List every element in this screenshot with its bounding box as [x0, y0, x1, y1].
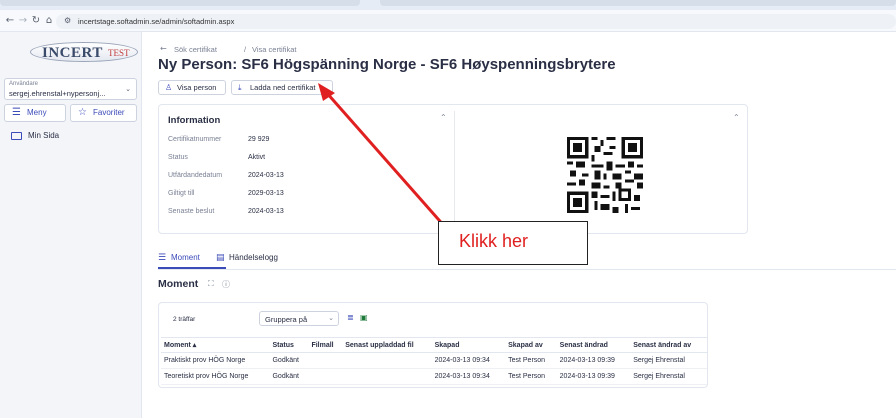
cell-created-by: Test Person	[505, 352, 557, 369]
star-icon: ☆	[78, 107, 87, 118]
information-title: Information	[168, 115, 221, 126]
incert-logo[interactable]: INCERT TEST	[30, 40, 138, 64]
hamburger-icon: ☰	[12, 107, 21, 118]
browser-address-bar: ← → ↻ ⌂ ⚙ incertstage.softadmin.se/admin…	[0, 10, 896, 32]
info-key: Giltigt till	[168, 190, 195, 197]
qr-code	[567, 137, 643, 213]
download-certificate-button[interactable]: ⤓ Ladda ned certifikat	[231, 80, 333, 95]
chevron-down-icon: ⌄	[125, 85, 131, 93]
info-key: Certifikatnummer	[168, 136, 222, 143]
info-value: 2024-03-13	[248, 208, 284, 215]
home-icon[interactable]: ⌂	[43, 15, 55, 27]
back-arrow-icon[interactable]: ←	[160, 44, 167, 53]
logo-text: INCERT	[42, 45, 103, 61]
info-value: Aktivt	[248, 154, 266, 161]
info-key: Utfärdandedatum	[168, 172, 223, 179]
cell-last-changed-by: Sergej Ehrenstal	[630, 368, 707, 385]
column-header-last-changed[interactable]: Senast ändrad	[556, 337, 631, 353]
cell-last-uploaded	[342, 368, 432, 385]
download-certificate-label: Ladda ned certifikat	[250, 83, 316, 92]
tab-handelselogg[interactable]: ▤ Händelselogg	[216, 250, 296, 268]
logo-badge: TEST	[108, 48, 130, 58]
cell-last-changed: 2024-03-13 09:39	[556, 368, 631, 385]
breadcrumb-separator: /	[244, 45, 247, 54]
cell-last-changed: 2024-03-13 09:39	[556, 352, 631, 369]
info-icon[interactable]: ⓘ	[222, 279, 230, 290]
cell-filmall	[308, 352, 343, 369]
group-by-select[interactable]: Gruppera på ⌄	[259, 311, 339, 326]
expand-icon[interactable]: ⛶	[208, 279, 214, 289]
favorites-label: Favoriter	[93, 108, 125, 117]
info-value: 2029-03-13	[248, 190, 284, 197]
column-header-filmall[interactable]: Filmall	[308, 337, 343, 353]
user-value: sergej.ehrenstal+nypersonj...	[9, 89, 106, 98]
annotation-callout: Klikk her	[438, 221, 588, 265]
column-header-created-by[interactable]: Skapad av	[505, 337, 557, 353]
browser-tab[interactable]	[380, 0, 896, 6]
site-settings-icon[interactable]: ⚙	[64, 16, 71, 25]
cell-moment[interactable]: Praktiskt prov HÖG Norge	[161, 352, 270, 369]
sidebar-item-label: Min Sida	[28, 131, 60, 140]
excel-export-icon[interactable]: ▣	[360, 313, 368, 322]
moment-table: Moment ▴ Status Filmall Senast uppladdad…	[161, 337, 707, 385]
annotation-text: Klikk her	[459, 231, 529, 251]
favorites-button[interactable]: ☆ Favoriter	[70, 104, 137, 122]
column-header-last-uploaded[interactable]: Senast uppladdad fil	[342, 337, 432, 353]
tab-label: Moment	[171, 253, 200, 262]
tabs-divider	[158, 269, 896, 270]
url-text[interactable]: incertstage.softadmin.se/admin/softadmin…	[78, 17, 234, 26]
cell-created-by: Test Person	[505, 368, 557, 385]
reload-icon[interactable]: ↻	[30, 15, 42, 27]
cell-moment[interactable]: Teoretiskt prov HÖG Norge	[161, 368, 270, 385]
breadcrumb-current: Visa certifikat	[252, 45, 297, 54]
column-header-moment[interactable]: Moment ▴	[161, 337, 270, 353]
person-icon: ♙	[165, 83, 173, 92]
moment-heading: Moment	[158, 278, 199, 290]
info-key: Status	[168, 154, 188, 161]
menu-button[interactable]: ☰ Meny	[4, 104, 66, 122]
view-person-button[interactable]: ♙ Visa person	[158, 80, 226, 95]
tab-label: Händelselogg	[229, 253, 278, 262]
cell-filmall	[308, 368, 343, 385]
moment-table-card: 2 träffar Gruppera på ⌄ ≣ ▣ Moment ▴ Sta…	[158, 302, 708, 388]
list-icon: ☰	[158, 253, 167, 263]
column-header-last-changed-by[interactable]: Senast ändrad av	[630, 337, 707, 353]
user-select[interactable]: Användare sergej.ehrenstal+nypersonj... …	[4, 78, 137, 100]
column-header-created[interactable]: Skapad	[431, 337, 506, 353]
chevron-down-icon: ⌄	[328, 314, 334, 322]
cell-last-uploaded	[342, 352, 432, 369]
chevron-up-icon[interactable]: ⌃	[440, 113, 447, 122]
info-value: 2024-03-13	[248, 172, 284, 179]
info-key: Senaste beslut	[168, 208, 215, 215]
menu-label: Meny	[27, 108, 47, 117]
log-icon: ▤	[216, 253, 225, 263]
cell-created: 2024-03-13 09:34	[431, 368, 506, 385]
download-icon: ⤓	[238, 83, 242, 92]
chevron-up-icon[interactable]: ⌃	[733, 113, 740, 122]
info-value: 29 929	[248, 136, 270, 143]
cell-created: 2024-03-13 09:34	[431, 352, 506, 369]
user-caption: Användare	[9, 81, 39, 87]
information-card: Information ⌃ ⌃ Certifikatnummer 29 929 …	[158, 104, 748, 234]
column-header-status[interactable]: Status	[269, 337, 309, 353]
browser-tab[interactable]	[0, 0, 360, 6]
cell-last-changed-by: Sergej Ehrenstal	[630, 352, 707, 369]
table-row[interactable]: Praktiskt prov HÖG Norge Godkänt 2024-03…	[161, 352, 707, 369]
hit-count: 2 träffar	[173, 316, 196, 323]
cell-status: Godkänt	[269, 368, 309, 385]
card-divider	[454, 111, 455, 229]
table-row[interactable]: Teoretiskt prov HÖG Norge Godkänt 2024-0…	[161, 368, 707, 385]
breadcrumb-link-search[interactable]: Sök certifikat	[174, 45, 217, 54]
columns-icon[interactable]: ≣	[347, 313, 354, 322]
view-person-label: Visa person	[177, 83, 217, 92]
arrow-right-icon[interactable]: →	[17, 15, 29, 27]
group-by-label: Gruppera på	[265, 315, 308, 324]
monitor-icon	[11, 132, 22, 140]
arrow-left-icon[interactable]: ←	[4, 15, 16, 27]
browser-tabstrip	[0, 0, 896, 10]
cell-status: Godkänt	[269, 352, 309, 369]
page-title: Ny Person: SF6 Högspänning Norge - SF6 H…	[158, 56, 616, 73]
table-header-row: Moment ▴ Status Filmall Senast uppladdad…	[161, 337, 707, 353]
